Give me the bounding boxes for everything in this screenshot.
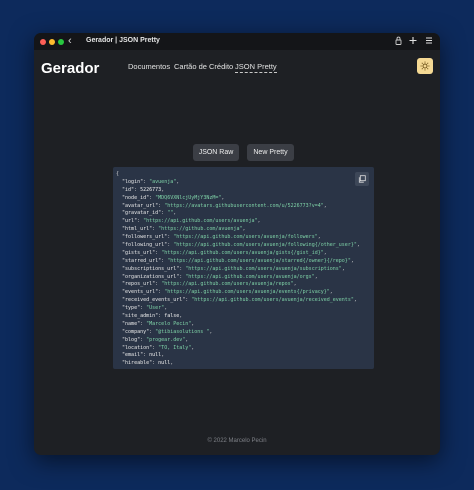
json-line: "gists_url": "https://api.github.com/use… [122, 249, 327, 256]
json-output-panel[interactable]: { "login": "avuenja", "id": 5226773, "no… [113, 167, 374, 369]
nav-json-pretty[interactable]: JSON Pretty [235, 62, 277, 73]
json-line: "company": "@tibiasolutions ", [122, 328, 213, 335]
json-line: "starred_url": "https://api.github.com/u… [122, 257, 354, 264]
json-line: "repos_url": "https://api.github.com/use… [122, 281, 297, 288]
theme-toggle-button[interactable] [417, 58, 433, 74]
footer-copyright: © 2022 Marcelo Pecin [207, 438, 267, 444]
json-line: "url": "https://api.github.com/users/avu… [122, 218, 261, 225]
new-pretty-button[interactable]: New Pretty [247, 144, 294, 161]
window-title: Gerador | JSON Pretty [86, 37, 160, 44]
json-line: "name": "Marcelo Pecin", [122, 320, 195, 327]
json-line: "events_url": "https://api.github.com/us… [122, 289, 333, 296]
json-line: "avatar_url": "https://avatars.githubuse… [122, 202, 327, 209]
json-line: "location": "TO, Italy", [122, 344, 195, 351]
json-line: "followers_url": "https://api.github.com… [122, 234, 321, 241]
sun-icon [420, 61, 430, 71]
json-line: "following_url": "https://api.github.com… [122, 242, 360, 249]
copy-icon [358, 175, 366, 183]
json-line: "id": 5226773, [122, 186, 165, 193]
nav-documentos[interactable]: Documentos [128, 62, 170, 71]
json-line: "gravatar_id": "", [122, 210, 177, 217]
maximize-window-button[interactable] [58, 39, 64, 45]
json-line: "login": "avuenja", [122, 178, 180, 185]
json-line: "organizations_url": "https://api.github… [122, 273, 318, 280]
json-code: { "login": "avuenja", "id": 5226773, "no… [116, 171, 360, 368]
json-line: "subscriptions_url": "https://api.github… [122, 265, 345, 272]
copy-button[interactable] [355, 172, 369, 186]
minimize-window-button[interactable] [49, 39, 55, 45]
json-line: "html_url": "https://github.com/avuenja"… [122, 226, 246, 233]
json-open-brace: { [116, 171, 120, 177]
back-icon[interactable]: ‹ [68, 35, 72, 48]
json-line: "blog": "progear.dev", [122, 336, 189, 343]
json-line: "type": "User", [122, 305, 168, 312]
plus-icon[interactable] [409, 36, 417, 47]
window-titlebar: ‹ Gerador | JSON Pretty [34, 33, 440, 50]
close-window-button[interactable] [40, 39, 46, 45]
app-window: ‹ Gerador | JSON Pretty Gerador Document… [34, 33, 440, 455]
brand-logo[interactable]: Gerador [41, 60, 99, 77]
lock-icon[interactable] [395, 36, 402, 47]
json-line: "received_events_url": "https://api.gith… [122, 297, 357, 304]
site-header: Gerador Documentos Cartão de Crédito JSO… [34, 50, 440, 98]
nav-cartao-de-credito[interactable]: Cartão de Crédito [174, 62, 233, 71]
json-raw-button[interactable]: JSON Raw [193, 144, 239, 161]
json-line: "site_admin": false, [122, 313, 183, 320]
json-line: "email": null, [122, 352, 165, 359]
json-line: "node_id": "MDQ6VXNlcjUyMjY3NzM=", [122, 194, 225, 201]
json-line: "hireable": null, [122, 360, 174, 367]
menu-icon[interactable] [425, 36, 433, 47]
